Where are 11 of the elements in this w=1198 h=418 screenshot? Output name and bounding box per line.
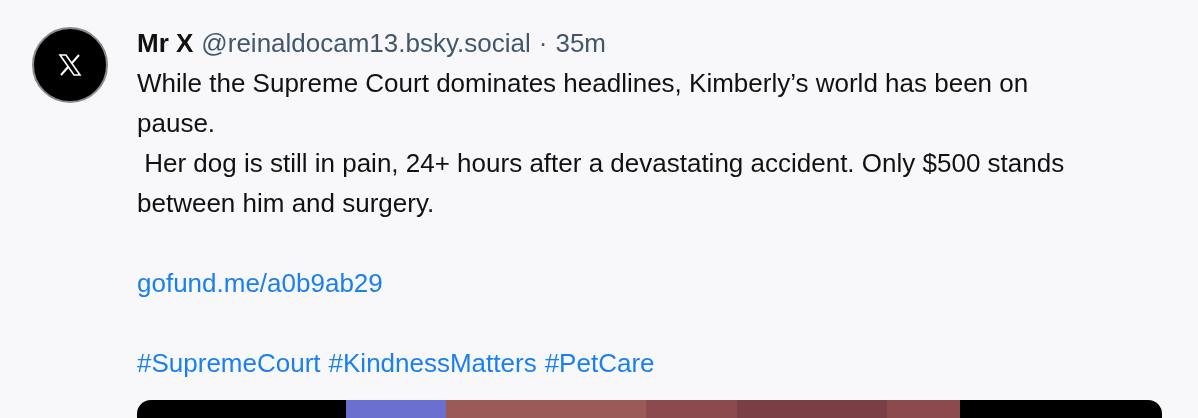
post-text: Her dog is still in pain, 24+ hours after a devastating accident. Only $500 stands between him and surgery.	[137, 147, 1066, 220]
author-name[interactable]: Mr X	[137, 27, 194, 59]
hashtag-link[interactable]: #KindnessMatters	[328, 343, 537, 383]
fundraiser-link[interactable]: gofund.me/a0b9ab29	[137, 268, 383, 298]
post-time[interactable]: 35m	[555, 27, 606, 59]
separator-dot: ·	[538, 27, 548, 59]
author-handle[interactable]: @reinaldocam13.bsky.social	[201, 27, 531, 59]
hashtag-link[interactable]: #SupremeCourt	[137, 343, 321, 383]
x-logo-icon	[58, 54, 82, 76]
post-text: While the Supreme Court dominates headlines, Kimberly’s world has been on pause.	[137, 67, 1030, 140]
hashtag-link[interactable]: #PetCare	[544, 343, 655, 383]
